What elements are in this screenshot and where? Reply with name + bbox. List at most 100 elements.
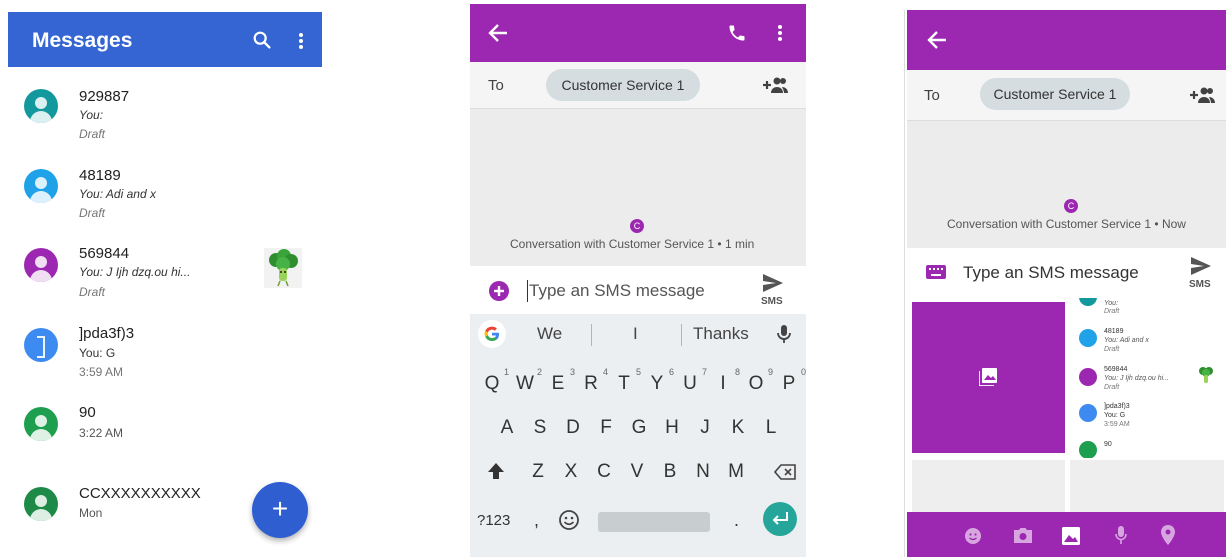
preview-text: You: Adi and x — [1104, 337, 1149, 344]
app-bar — [907, 10, 1226, 70]
recipient-chip[interactable]: Customer Service 1 — [980, 78, 1130, 110]
symbols-key[interactable]: ?123 — [477, 512, 510, 529]
key-hint: 7 — [701, 367, 707, 377]
key-c[interactable]: C — [589, 461, 619, 483]
conversation-item[interactable]: ]pda3f)3 You: G 3:59 AM — [8, 320, 322, 390]
phone-icon[interactable] — [727, 23, 747, 43]
key-label: O — [748, 373, 764, 394]
recipient-chip[interactable]: Customer Service 1 — [546, 69, 700, 101]
period-key[interactable]: . — [734, 510, 739, 531]
comma-key[interactable]: , — [534, 510, 539, 531]
key-y[interactable]: Y6 — [642, 367, 674, 395]
send-icon[interactable] — [762, 273, 784, 293]
key-m[interactable]: M — [721, 461, 751, 483]
preview-text: 569844 — [1104, 366, 1128, 373]
location-pin-icon[interactable] — [1161, 525, 1175, 545]
key-z[interactable]: Z — [523, 461, 553, 483]
suggestion-strip: We I Thanks — [470, 314, 806, 356]
back-arrow-icon[interactable] — [488, 24, 508, 42]
avatar — [24, 407, 58, 441]
gallery-tile[interactable] — [912, 302, 1065, 453]
key-n[interactable]: N — [688, 461, 718, 483]
key-hint: 3 — [569, 367, 575, 377]
key-w[interactable]: W2 — [510, 367, 542, 395]
key-hint: 5 — [635, 367, 641, 377]
camera-icon[interactable] — [1013, 527, 1033, 544]
key-hint: 4 — [602, 367, 608, 377]
key-j[interactable]: J — [690, 417, 720, 439]
key-d[interactable]: D — [558, 417, 588, 439]
attachment-toolbar — [907, 512, 1226, 557]
space-key[interactable] — [598, 512, 710, 532]
conversation-snippet: You: G — [79, 346, 116, 360]
shift-icon[interactable] — [487, 462, 505, 480]
new-conversation-button[interactable]: + — [252, 482, 308, 538]
key-s[interactable]: S — [525, 417, 555, 439]
conversation-timestamp: 3:59 AM — [79, 365, 124, 379]
send-icon[interactable] — [1190, 256, 1212, 276]
conversation-name: 90 — [79, 404, 96, 421]
avatar — [24, 89, 58, 123]
avatar — [24, 328, 58, 362]
key-a[interactable]: A — [492, 417, 522, 439]
add-attachment-icon[interactable] — [489, 281, 509, 301]
conversation-item[interactable]: 48189 You: Adi and x Draft — [8, 160, 322, 230]
conversation-item[interactable]: 929887 You: Draft — [8, 80, 322, 150]
more-options-icon[interactable] — [777, 24, 783, 42]
preview-text: You: J Ijh dzq.ou hi... — [1104, 375, 1169, 382]
key-f[interactable]: F — [591, 417, 621, 439]
recipient-row: To Customer Service 1 — [907, 70, 1226, 121]
keyboard-icon[interactable] — [926, 265, 946, 279]
suggestion-chip[interactable]: I — [633, 324, 638, 344]
key-b[interactable]: B — [655, 461, 685, 483]
key-hint: 9 — [767, 367, 773, 377]
conversation-item[interactable]: 90 3:22 AM — [8, 398, 322, 468]
google-icon[interactable] — [478, 320, 506, 348]
key-hint: 0 — [800, 367, 806, 377]
preview-text: 48189 — [1104, 328, 1124, 335]
key-x[interactable]: X — [556, 461, 586, 483]
key-v[interactable]: V — [622, 461, 652, 483]
back-arrow-icon[interactable] — [927, 31, 947, 49]
key-h[interactable]: H — [657, 417, 687, 439]
key-l[interactable]: L — [756, 417, 786, 439]
key-o[interactable]: O9 — [741, 367, 773, 395]
emoji-icon[interactable] — [964, 527, 982, 545]
key-q[interactable]: Q1 — [477, 367, 509, 395]
suggestion-chip[interactable]: We — [537, 324, 562, 344]
microphone-icon[interactable] — [1115, 526, 1127, 545]
message-input[interactable]: Type an SMS message — [529, 281, 705, 301]
key-t[interactable]: T5 — [609, 367, 641, 395]
key-hint: 1 — [503, 367, 509, 377]
search-icon[interactable] — [251, 29, 273, 51]
more-options-icon[interactable] — [298, 32, 304, 50]
key-hint: 2 — [536, 367, 542, 377]
enter-key[interactable] — [763, 502, 797, 536]
key-g[interactable]: G — [624, 417, 654, 439]
key-r[interactable]: R4 — [576, 367, 608, 395]
conversation-snippet: You: J Ijh dzq.ou hi... — [79, 265, 191, 279]
key-u[interactable]: U7 — [675, 367, 707, 395]
emoji-icon[interactable] — [558, 509, 580, 531]
key-i[interactable]: I8 — [708, 367, 740, 395]
media-tile[interactable] — [912, 460, 1065, 512]
preview-text: Draft — [1104, 384, 1120, 391]
preview-text: Draft — [1104, 308, 1120, 315]
key-e[interactable]: E3 — [543, 367, 575, 395]
microphone-icon[interactable] — [777, 324, 791, 344]
add-people-icon[interactable] — [1189, 86, 1215, 104]
key-label: P — [782, 373, 796, 394]
backspace-icon[interactable] — [774, 464, 796, 480]
preview-text: 90 — [1104, 441, 1112, 448]
key-p[interactable]: P0 — [774, 367, 806, 395]
message-input[interactable]: Type an SMS message — [963, 263, 1139, 283]
gallery-preview-list: You: Draft 48189 You: Adi and x Draft 56… — [1070, 298, 1224, 458]
key-label: I — [720, 373, 726, 394]
image-icon[interactable] — [1062, 527, 1080, 545]
key-k[interactable]: K — [723, 417, 753, 439]
add-people-icon[interactable] — [762, 76, 788, 94]
suggestion-chip[interactable]: Thanks — [693, 324, 749, 344]
conversation-area: C Conversation with Customer Service 1 •… — [470, 109, 806, 266]
media-tile[interactable] — [1070, 460, 1224, 512]
to-label: To — [924, 87, 940, 104]
